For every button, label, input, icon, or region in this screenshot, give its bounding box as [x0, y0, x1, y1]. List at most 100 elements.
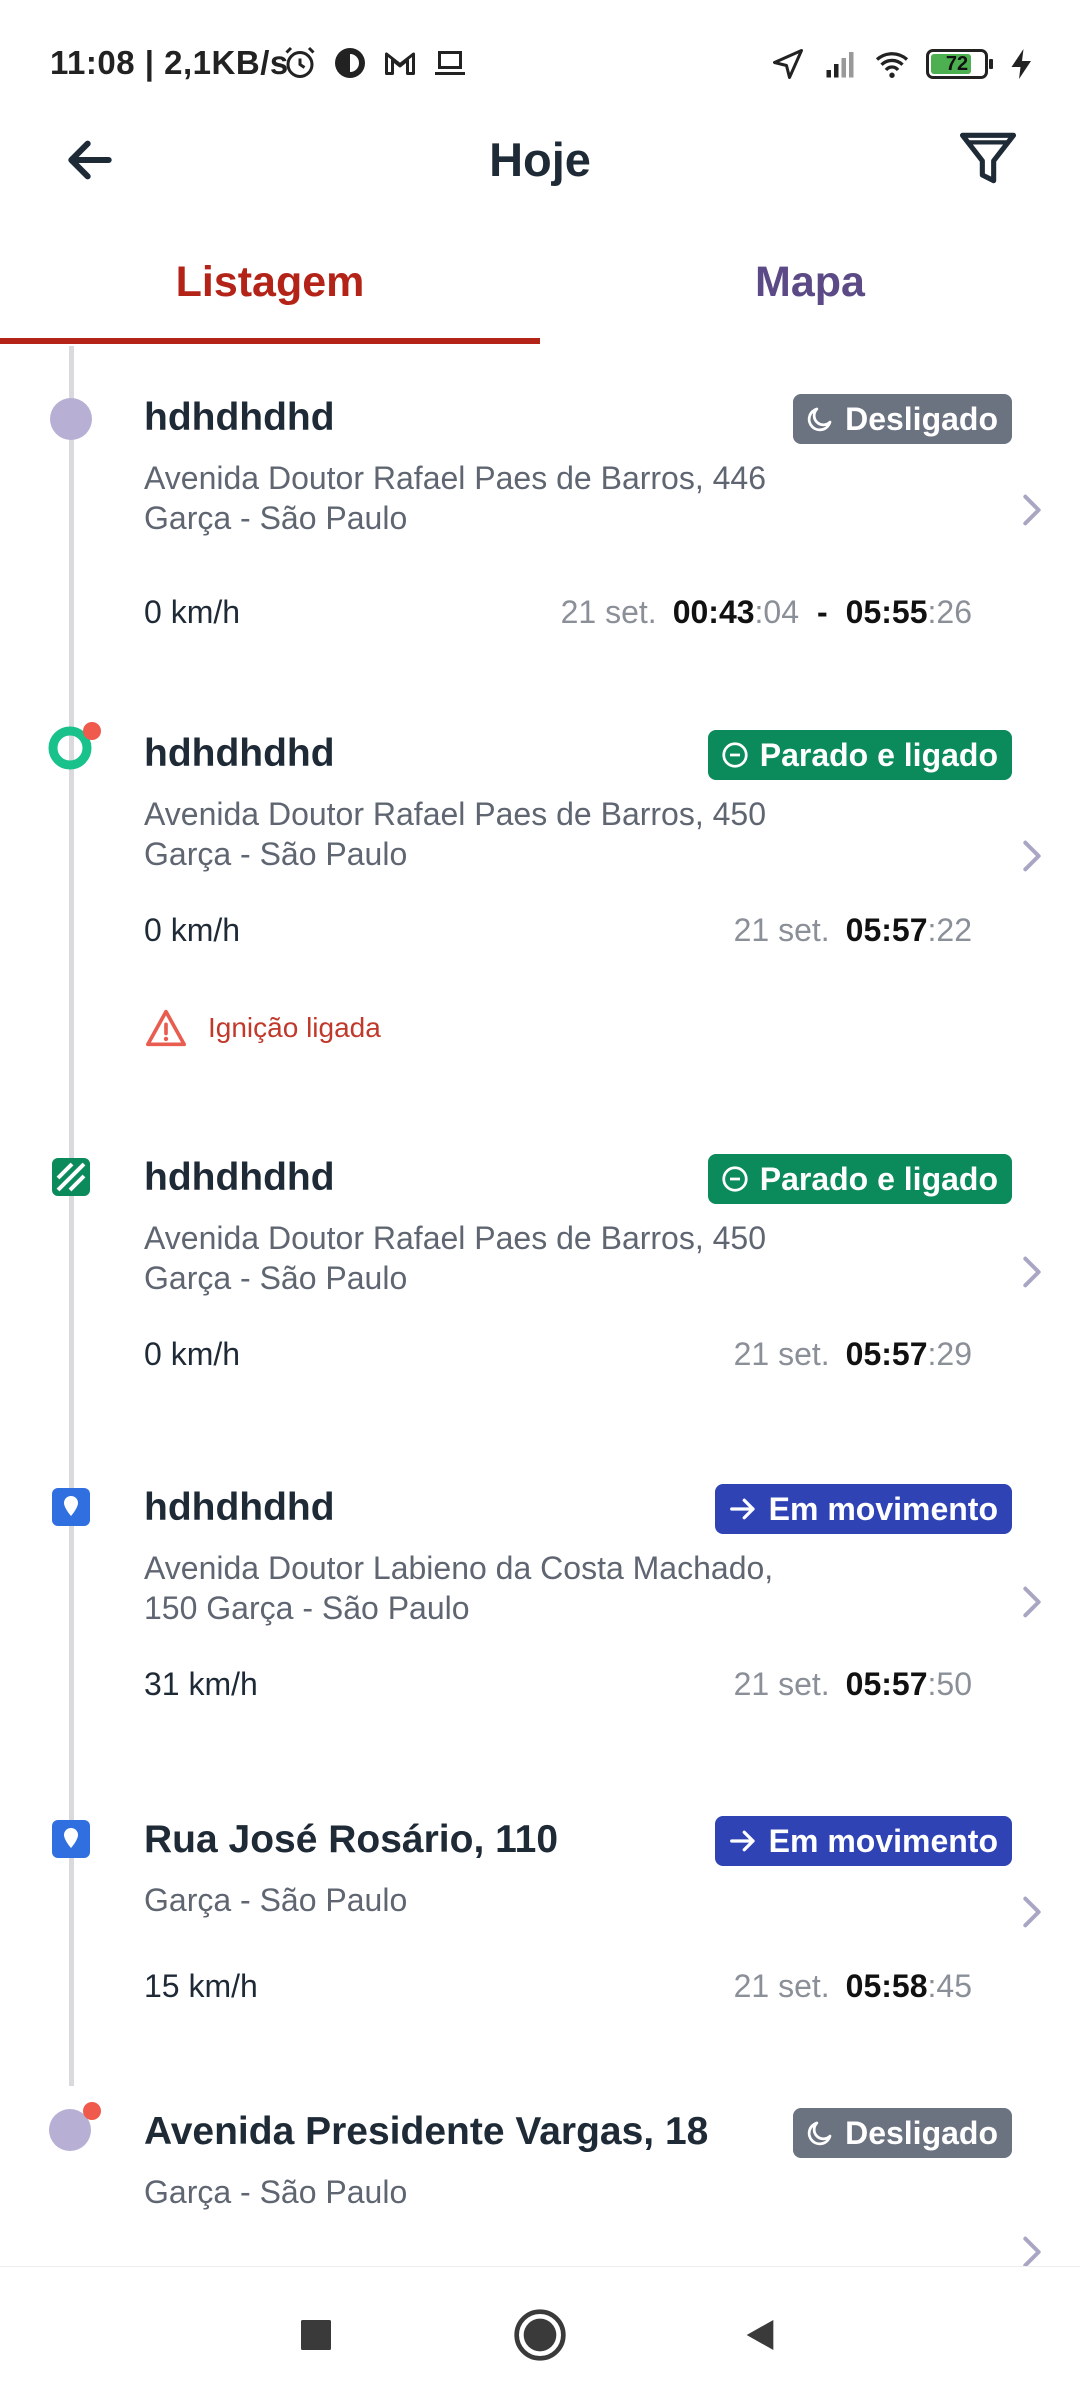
event-time: 21 set. 05:57:22 [734, 912, 972, 949]
warning-text: Ignição ligada [208, 1012, 381, 1043]
list-item[interactable]: hdhdhdhd Desligado Avenida Doutor Rafael… [0, 346, 1080, 676]
battery-icon: 72 [926, 49, 993, 79]
moon-icon [807, 407, 832, 432]
event-address: Avenida Doutor Labieno da Costa Machado,… [144, 1550, 774, 1626]
list-item[interactable]: hdhdhdhd Em movimento Avenida Doutor Lab… [0, 1476, 1080, 1776]
event-speed: 0 km/h [144, 912, 241, 948]
event-address: Garça - São Paulo [144, 2174, 408, 2210]
location-arrow-icon [773, 49, 803, 79]
ignition-off-marker-icon [50, 398, 92, 440]
status-badge: Desligado [793, 2108, 1012, 2158]
event-timeline-list[interactable]: hdhdhdhd Desligado Avenida Doutor Rafael… [0, 346, 1080, 2266]
event-hour-minute: 05:57 [845, 1666, 928, 1702]
event-date: 21 set. [733, 1666, 830, 1702]
event-seconds: :50 [927, 1666, 972, 1702]
system-nav-bar [0, 2266, 1080, 2400]
event-address: Avenida Doutor Rafael Paes de Barros, 44… [144, 460, 767, 536]
filter-button[interactable] [946, 116, 1030, 200]
event-hour-minute: 05:57 [845, 1336, 928, 1372]
event-seconds: :29 [927, 1336, 972, 1372]
chevron-right-icon [1023, 1256, 1041, 1288]
event-name: hdhdhdhd [144, 732, 335, 775]
view-tabs: Listagem Mapa [0, 240, 1080, 346]
warning-triangle-icon [146, 1009, 186, 1047]
event-speed: 31 km/h [144, 1666, 258, 1702]
location-pin-marker-icon [52, 1820, 90, 1858]
status-badge-label: Parado e ligado [759, 736, 998, 773]
start-time: 00:43 [672, 594, 755, 630]
recents-button[interactable] [284, 2303, 348, 2367]
list-item[interactable]: hdhdhdhd Parado e ligado Avenida Doutor … [0, 1146, 1080, 1446]
event-time: 21 set. 05:58:45 [734, 1968, 972, 2005]
event-speed: 0 km/h [144, 594, 241, 630]
event-date: 21 set. [560, 594, 657, 630]
recents-icon [301, 2320, 331, 2350]
event-name: hdhdhdhd [144, 1486, 335, 1529]
back-nav-button[interactable] [728, 2303, 792, 2367]
event-time: 21 set. 05:57:29 [734, 1336, 972, 1373]
chevron-right-icon [1023, 494, 1041, 526]
event-name: hdhdhdhd [144, 396, 335, 439]
ignition-warning: Ignição ligada [144, 1008, 381, 1048]
laptop-icon [435, 51, 465, 75]
status-badge: Em movimento [714, 1816, 1012, 1866]
battery-level: 72 [945, 53, 969, 75]
ignition-on-marker-icon [48, 722, 101, 770]
tab-listagem[interactable]: Listagem [0, 240, 540, 346]
chevron-right-icon [1023, 2236, 1041, 2266]
chevron-right-icon [1023, 840, 1041, 872]
event-time: 21 set. 05:57:50 [734, 1666, 972, 1703]
list-item[interactable]: Avenida Presidente Vargas, 18 Desligado … [0, 2096, 1080, 2266]
chevron-right-icon [1023, 1586, 1041, 1618]
event-address: Avenida Doutor Rafael Paes de Barros, 45… [144, 796, 767, 872]
arrow-right-icon [729, 1498, 755, 1520]
gmail-icon [385, 52, 415, 75]
filter-icon [959, 132, 1017, 184]
tab-mapa[interactable]: Mapa [540, 240, 1080, 346]
signal-icon [826, 52, 854, 78]
status-badge: Em movimento [714, 1484, 1012, 1534]
start-seconds: :04 [754, 594, 800, 630]
list-item[interactable]: Rua José Rosário, 110 Em movimento Garça… [0, 1808, 1080, 2088]
status-badge-label: Em movimento [768, 1822, 998, 1859]
status-badge: Desligado [793, 394, 1012, 444]
ignition-off-marker-icon [49, 2102, 101, 2151]
end-time: 05:55 [845, 594, 928, 630]
charging-icon [1011, 49, 1031, 79]
status-badge-label: Parado e ligado [759, 1160, 998, 1197]
parking-marker-icon [52, 1158, 90, 1196]
event-hour-minute: 05:58 [845, 1968, 928, 2004]
minus-circle-icon [722, 742, 748, 768]
status-icons-left [282, 45, 468, 81]
event-name: Avenida Presidente Vargas, 18 [144, 2110, 709, 2153]
location-pin-marker-icon [52, 1488, 90, 1526]
event-seconds: :22 [927, 912, 972, 948]
chevron-right-icon [1023, 1896, 1041, 1928]
event-address: Avenida Doutor Rafael Paes de Barros, 45… [144, 1220, 767, 1296]
status-icons-right: 72 [770, 46, 1040, 82]
home-icon [514, 2309, 566, 2361]
app-circle-icon [335, 48, 365, 78]
event-time-range: 21 set. 00:43:04-05:55:26 [561, 594, 972, 631]
status-badge: Parado e ligado [707, 730, 1012, 780]
back-icon [746, 2320, 774, 2350]
home-button[interactable] [508, 2303, 572, 2367]
status-bar: 11:08 | 2,1KB/s 72 [0, 0, 1080, 120]
arrow-right-icon [729, 1830, 755, 1852]
list-item[interactable]: hdhdhdhd Parado e ligado Avenida Doutor … [0, 718, 1080, 1098]
active-tab-indicator [0, 338, 540, 344]
status-badge-label: Desligado [845, 2114, 998, 2151]
event-date: 21 set. [733, 912, 830, 948]
event-speed: 0 km/h [144, 1336, 241, 1372]
status-badge-label: Desligado [845, 400, 998, 437]
event-date: 21 set. [733, 1968, 830, 2004]
event-address: Garça - São Paulo [144, 1882, 408, 1918]
event-name: hdhdhdhd [144, 1156, 335, 1199]
app-header: Hoje [0, 110, 1080, 230]
end-seconds: :26 [927, 594, 972, 630]
status-badge: Parado e ligado [707, 1154, 1012, 1204]
wifi-icon [875, 52, 909, 78]
event-date: 21 set. [733, 1336, 830, 1372]
status-time-speed: 11:08 | 2,1KB/s [50, 44, 289, 81]
event-hour-minute: 05:57 [845, 912, 928, 948]
